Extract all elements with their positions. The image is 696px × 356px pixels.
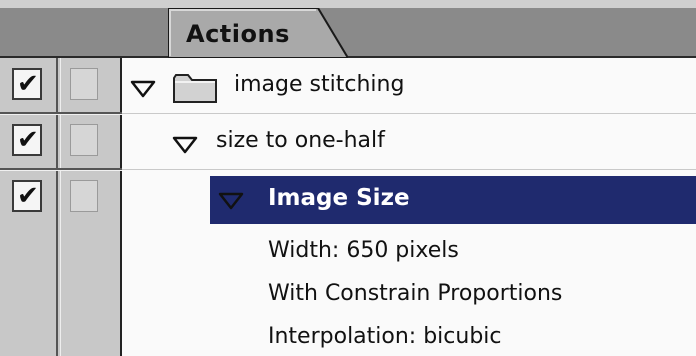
disclosure-triangle-icon[interactable]: [172, 136, 198, 154]
toggle-checkbox-image-size[interactable]: ✔: [12, 180, 42, 212]
dialog-toggle-size-to-one-half[interactable]: [70, 124, 98, 156]
tab-label: Actions: [186, 20, 290, 48]
command-label[interactable]: Image Size: [268, 185, 410, 211]
action-label[interactable]: size to one-half: [216, 128, 385, 153]
check-icon: ✔: [17, 181, 39, 211]
command-detail: Interpolation: bicubic: [268, 324, 502, 349]
row-divider-highlight: [0, 114, 122, 115]
panel-header: Actions: [0, 0, 696, 58]
header-strip: [0, 0, 696, 8]
command-detail: Width: 650 pixels: [268, 238, 459, 263]
tab-actions[interactable]: Actions: [168, 8, 348, 58]
disclosure-triangle-icon[interactable]: [130, 80, 156, 98]
dialog-toggle-image-size[interactable]: [70, 180, 98, 212]
folder-icon: [173, 74, 217, 103]
column-divider-highlight: [60, 58, 61, 356]
row-divider-highlight: [0, 170, 122, 171]
disclosure-triangle-icon[interactable]: [218, 192, 244, 210]
check-icon: ✔: [17, 125, 39, 155]
column-divider: [56, 58, 58, 356]
check-icon: ✔: [17, 69, 39, 99]
toggle-checkbox-image-stitching[interactable]: ✔: [12, 68, 42, 100]
action-set-label[interactable]: image stitching: [234, 72, 404, 97]
list-row-separator: [122, 169, 696, 170]
command-detail: With Constrain Proportions: [268, 281, 563, 306]
toggle-checkbox-size-to-one-half[interactable]: ✔: [12, 124, 42, 156]
dialog-toggle-image-stitching[interactable]: [70, 68, 98, 100]
list-row-separator: [122, 113, 696, 114]
